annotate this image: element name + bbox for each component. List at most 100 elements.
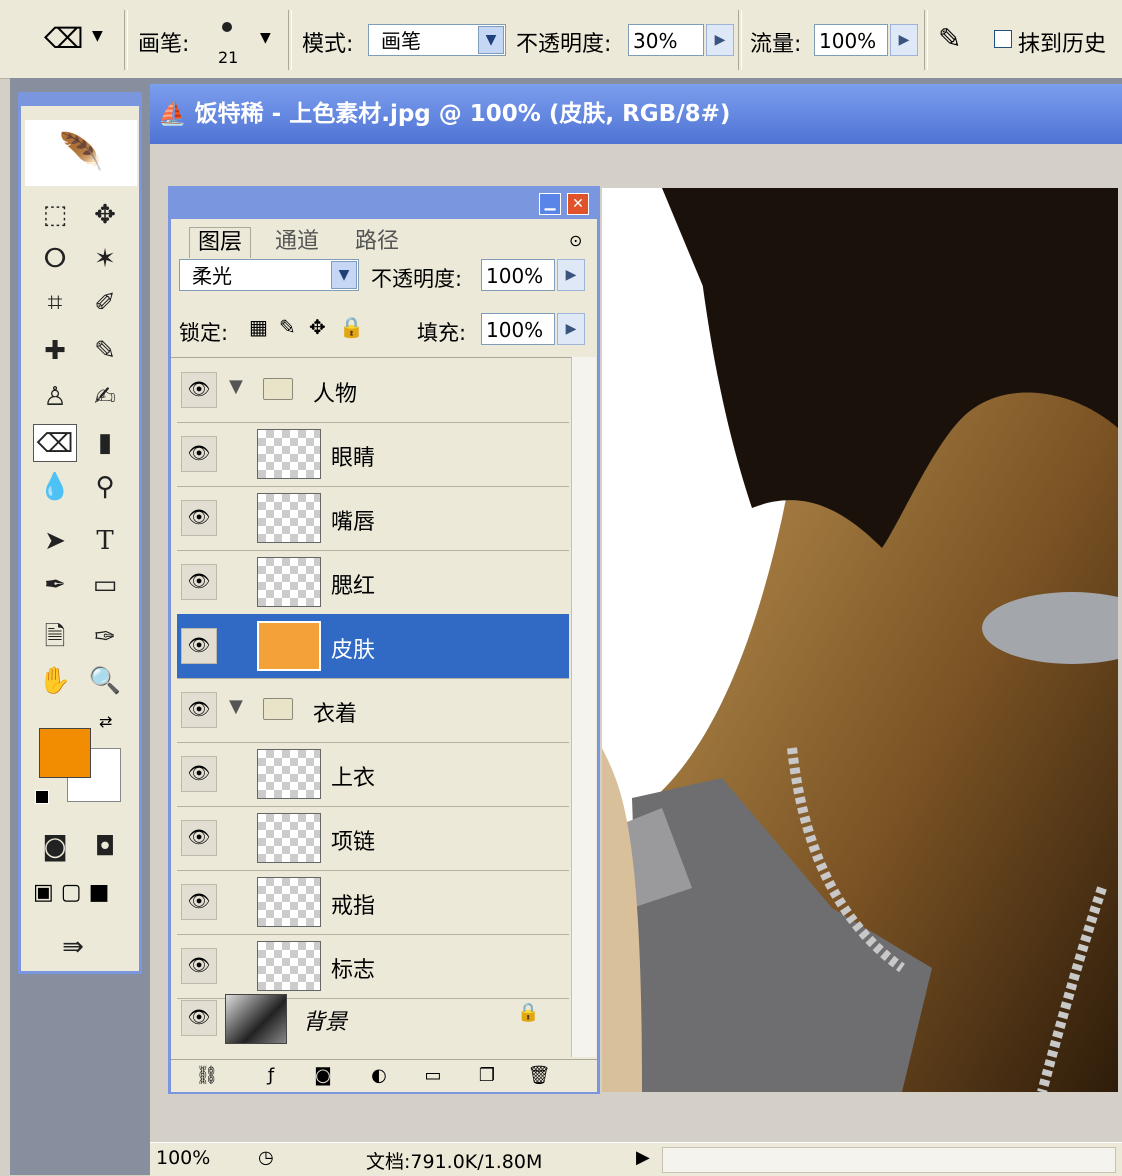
opacity-input[interactable]: 30% — [628, 24, 704, 56]
expand-triangle-icon[interactable]: ▼ — [229, 376, 243, 397]
tab-paths[interactable]: 路径 — [347, 227, 407, 257]
lock-image-icon[interactable]: ✎ — [279, 315, 296, 339]
image-canvas[interactable] — [602, 188, 1118, 1092]
visibility-eye-icon[interactable]: 👁 — [181, 756, 217, 792]
horizontal-scrollbar[interactable] — [662, 1147, 1116, 1173]
layer-row[interactable]: 👁 腮红 — [177, 550, 569, 615]
link-layers-icon[interactable]: ⛓ — [191, 1060, 223, 1092]
healing-brush-tool-icon[interactable]: ✚ — [33, 332, 77, 370]
foreground-color-swatch[interactable] — [39, 728, 91, 778]
opacity-slider-button[interactable]: ▶ — [706, 24, 734, 56]
visibility-eye-icon[interactable]: 👁 — [181, 692, 217, 728]
visibility-eye-icon[interactable]: 👁 — [181, 948, 217, 984]
visibility-eye-icon[interactable]: 👁 — [181, 500, 217, 536]
fill-input[interactable]: 100% — [481, 313, 555, 345]
layer-row[interactable]: 👁 标志 — [177, 934, 569, 999]
history-brush-tool-icon[interactable]: ✍ — [83, 378, 127, 416]
tool-preset-dropdown-icon[interactable]: ▼ — [92, 28, 103, 44]
flow-slider-button[interactable]: ▶ — [890, 24, 918, 56]
brush-preview-icon[interactable] — [222, 22, 232, 32]
type-tool-icon[interactable]: T — [83, 522, 127, 560]
jump-to-imageready-icon[interactable]: ⇛ — [51, 928, 95, 966]
blur-tool-icon[interactable]: 💧 — [33, 468, 77, 506]
standard-screen-icon[interactable]: ▣ — [33, 880, 54, 905]
layer-row-selected[interactable]: 👁 皮肤 — [177, 614, 569, 679]
layers-scrollbar[interactable] — [571, 357, 596, 1057]
airbrush-icon[interactable]: ✎ — [938, 22, 961, 55]
visibility-eye-icon[interactable]: 👁 — [181, 372, 217, 408]
zoom-tool-icon[interactable]: 🔍 — [83, 662, 127, 700]
flow-input[interactable]: 100% — [814, 24, 888, 56]
standard-mode-icon[interactable]: ◙ — [33, 828, 77, 866]
marquee-tool-icon[interactable]: ⬚ — [33, 196, 77, 234]
panel-menu-icon[interactable]: ⊙ — [569, 231, 582, 250]
layer-row[interactable]: 👁 项链 — [177, 806, 569, 871]
close-icon[interactable]: ✕ — [567, 193, 589, 215]
layer-row[interactable]: 👁 上衣 — [177, 742, 569, 807]
brush-tool-icon[interactable]: ✎ — [83, 332, 127, 370]
layer-row[interactable]: 👁 戒指 — [177, 870, 569, 935]
mode-select[interactable]: 画笔 ▼ — [368, 24, 506, 56]
gradient-tool-icon[interactable]: ▮ — [83, 424, 127, 462]
zoom-level[interactable]: 100% — [156, 1147, 210, 1169]
visibility-eye-icon[interactable]: 👁 — [181, 564, 217, 600]
hand-tool-icon[interactable]: ✋ — [33, 662, 77, 700]
background-layer-row[interactable]: 👁 背景 🔒 — [177, 994, 569, 1044]
minimize-icon[interactable]: ▁ — [539, 193, 561, 215]
layer-group-row[interactable]: 👁 ▼ 衣着 — [177, 678, 569, 743]
pen-tool-icon[interactable]: ✒ — [33, 566, 77, 604]
slice-tool-icon[interactable]: ✐ — [83, 284, 127, 322]
layer-opacity-slider-button[interactable]: ▶ — [557, 259, 585, 291]
eraser-tool-icon[interactable]: ⌫ — [33, 424, 77, 462]
document-title: 饭特稀 - 上色素材.jpg @ 100% (皮肤, RGB/8#) — [194, 101, 731, 127]
path-selection-tool-icon[interactable]: ➤ — [33, 522, 77, 560]
layer-group-row[interactable]: 👁 ▼ 人物 — [177, 358, 569, 423]
document-title-bar[interactable]: ⛵ 饭特稀 - 上色素材.jpg @ 100% (皮肤, RGB/8#) — [150, 84, 1122, 144]
delete-layer-icon[interactable]: 🗑 — [523, 1060, 555, 1092]
visibility-eye-icon[interactable]: 👁 — [181, 1000, 217, 1036]
status-menu-icon[interactable]: ◷ — [258, 1147, 274, 1168]
lock-all-icon[interactable]: 🔒 — [339, 315, 364, 339]
clone-stamp-tool-icon[interactable]: ♙ — [33, 378, 77, 416]
quick-mask-mode-icon[interactable]: ◘ — [83, 828, 127, 866]
layer-row[interactable]: 👁 眼睛 — [177, 422, 569, 487]
notes-tool-icon[interactable]: 🗎 — [33, 618, 77, 656]
eraser-tool-preset-icon[interactable]: ⌫ — [44, 22, 84, 55]
shape-tool-icon[interactable]: ▭ — [83, 566, 127, 604]
chevron-down-icon[interactable]: ▼ — [478, 26, 504, 54]
default-colors-icon[interactable] — [35, 790, 49, 804]
erase-history-checkbox[interactable] — [994, 30, 1012, 48]
expand-triangle-icon[interactable]: ▼ — [229, 696, 243, 717]
lock-position-icon[interactable]: ✥ — [309, 315, 326, 339]
dodge-tool-icon[interactable]: ⚲ — [83, 468, 127, 506]
brush-dropdown-icon[interactable]: ▼ — [260, 30, 271, 46]
adjustment-layer-icon[interactable]: ◐ — [363, 1060, 395, 1092]
visibility-eye-icon[interactable]: 👁 — [181, 820, 217, 856]
full-screen-menu-icon[interactable]: ▢ — [61, 880, 82, 905]
layer-style-icon[interactable]: ƒ — [255, 1060, 287, 1092]
tab-layers[interactable]: 图层 — [189, 227, 252, 258]
blend-mode-select[interactable]: 柔光 ▼ — [179, 259, 359, 291]
visibility-eye-icon[interactable]: 👁 — [181, 884, 217, 920]
tab-channels[interactable]: 通道 — [267, 227, 327, 257]
lasso-tool-icon[interactable]: ⵔ — [33, 240, 77, 278]
move-tool-icon[interactable]: ✥ — [83, 196, 127, 234]
swap-colors-icon[interactable]: ⇄ — [99, 712, 112, 731]
lock-transparency-icon[interactable]: ▦ — [249, 315, 268, 339]
eyedropper-tool-icon[interactable]: ✑ — [83, 618, 127, 656]
magic-wand-tool-icon[interactable]: ✶ — [83, 240, 127, 278]
visibility-eye-icon[interactable]: 👁 — [181, 628, 217, 664]
folder-icon — [263, 378, 293, 400]
new-group-icon[interactable]: ▭ — [417, 1060, 449, 1092]
panel-header[interactable] — [171, 189, 597, 219]
crop-tool-icon[interactable]: ⌗ — [33, 284, 77, 322]
visibility-eye-icon[interactable]: 👁 — [181, 436, 217, 472]
layer-row[interactable]: 👁 嘴唇 — [177, 486, 569, 551]
new-layer-icon[interactable]: ❐ — [471, 1060, 503, 1092]
chevron-down-icon[interactable]: ▼ — [331, 261, 357, 289]
add-mask-icon[interactable]: ◙ — [307, 1060, 339, 1092]
full-screen-icon[interactable]: ■ — [89, 880, 110, 905]
fill-slider-button[interactable]: ▶ — [557, 313, 585, 345]
status-arrow-icon[interactable]: ▶ — [636, 1147, 650, 1168]
layer-opacity-input[interactable]: 100% — [481, 259, 555, 291]
